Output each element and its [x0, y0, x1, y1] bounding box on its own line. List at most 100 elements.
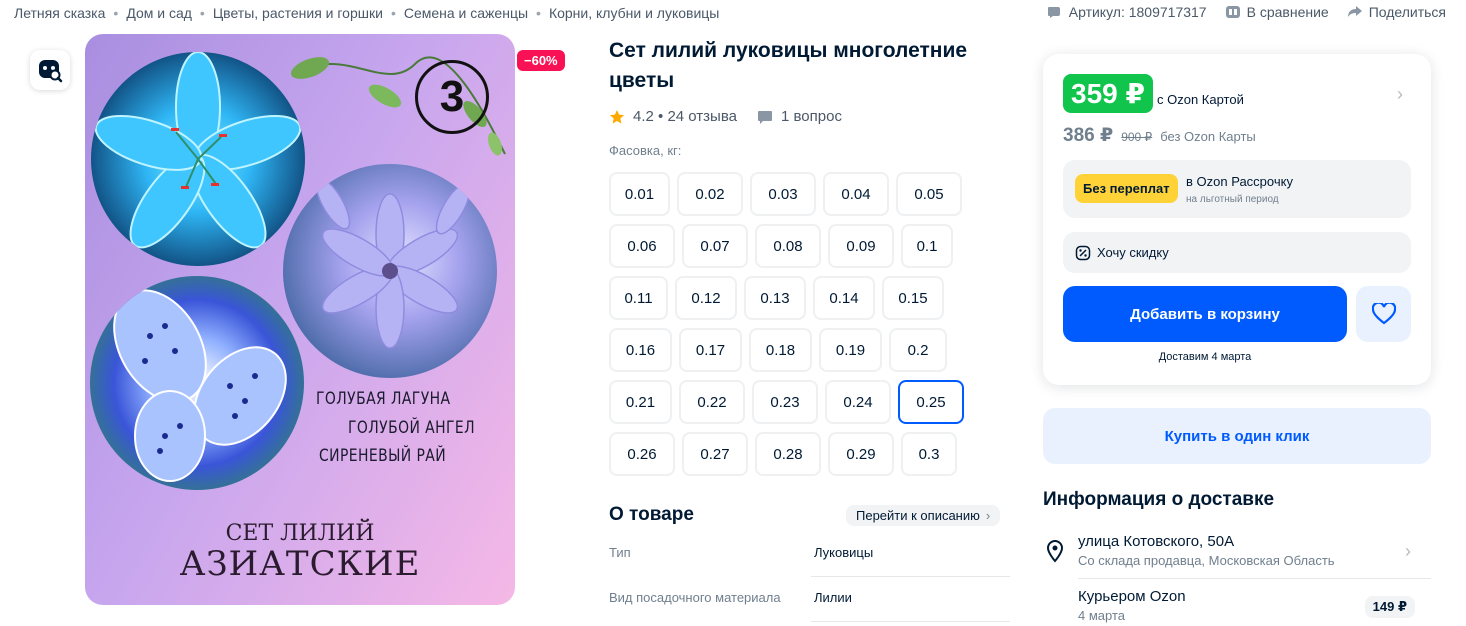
favorite-button[interactable]	[1356, 286, 1411, 342]
goto-description-button[interactable]: Перейти к описанию ›	[846, 505, 1001, 526]
pack-option[interactable]: 0.26	[609, 432, 675, 476]
spec-value: Лилии	[814, 590, 852, 605]
no-overpay-badge: Без переплат	[1075, 174, 1178, 203]
option-row: 0.11 0.12 0.13 0.14 0.15	[609, 276, 1009, 320]
photo-search-button[interactable]	[30, 50, 70, 90]
pack-option[interactable]: 0.13	[744, 276, 806, 320]
spec-value: Луковицы	[814, 545, 874, 560]
want-discount-button[interactable]: Хочу скидку	[1063, 232, 1411, 273]
delivery-address: улица Котовского, 50А	[1078, 533, 1235, 550]
delivery-address-row[interactable]: улица Котовского, 50А Со склада продавца…	[1043, 533, 1431, 579]
pack-option[interactable]: 0.06	[609, 224, 675, 268]
variety-label: ГОЛУБОЙ АНГЕЛ	[348, 418, 475, 438]
pack-option[interactable]: 0.23	[752, 380, 818, 424]
compare-icon	[1225, 6, 1240, 18]
breadcrumb-separator: •	[390, 5, 396, 21]
pack-option[interactable]: 0.15	[882, 276, 944, 320]
compare-button[interactable]: В сравнение	[1225, 4, 1329, 20]
pack-option[interactable]: 0.27	[682, 432, 748, 476]
product-page: Летняя сказка • Дом и сад • Цветы, расте…	[0, 0, 1466, 626]
installment-subtitle: на льготный период	[1186, 194, 1279, 205]
breadcrumb-separator: •	[536, 5, 541, 21]
star-icon	[609, 109, 625, 123]
pack-option[interactable]: 0.19	[819, 328, 882, 372]
courier-title: Курьером Ozon	[1078, 588, 1186, 605]
chat-copy-icon	[1047, 7, 1060, 18]
installment-title: в Ozon Рассрочку	[1186, 174, 1293, 189]
pack-size-options: 0.01 0.02 0.03 0.04 0.05 0.06 0.07 0.08 …	[609, 172, 1009, 484]
breadcrumb-separator: •	[113, 5, 119, 21]
questions-link[interactable]: 1 вопрос	[757, 108, 842, 125]
product-image[interactable]: 3 ГОЛУБАЯ ЛАГУНА ГОЛУБОЙ АНГЕЛ СИРЕНЕВЫЙ…	[85, 34, 515, 605]
courier-delivery-row: Курьером Ozon 4 марта 149 ₽	[1078, 588, 1431, 626]
set-count-badge: 3	[415, 60, 489, 134]
agapanthus-photo	[283, 164, 497, 378]
discount-badge: −60%	[517, 50, 565, 71]
pack-option-selected[interactable]: 0.25	[898, 380, 964, 424]
discount-tag-icon	[1075, 245, 1091, 260]
spec-row: Вид посадочного материала Лилии	[609, 590, 1009, 610]
regular-price-row: 386 ₽ 900 ₽ без Ozon Карты	[1063, 124, 1256, 147]
delivery-date: Доставим 4 марта	[1158, 351, 1252, 363]
option-row: 0.06 0.07 0.08 0.09 0.1	[609, 224, 1009, 268]
pack-option[interactable]: 0.09	[828, 224, 894, 268]
breadcrumb-item[interactable]: Летняя сказка	[14, 5, 105, 21]
breadcrumb-item[interactable]: Дом и сад	[126, 5, 192, 21]
breadcrumb: Летняя сказка • Дом и сад • Цветы, расте…	[14, 5, 719, 21]
pack-option[interactable]: 0.02	[677, 172, 743, 216]
buy-one-click-button[interactable]: Купить в один клик	[1043, 408, 1431, 464]
product-meta-bar: Артикул: 1809717317 В сравнение Поделить…	[1047, 4, 1446, 20]
pack-option[interactable]: 0.11	[609, 276, 668, 320]
pack-option[interactable]: 0.05	[896, 172, 962, 216]
goto-description-label: Перейти к описанию	[856, 508, 980, 523]
pack-option[interactable]: 0.18	[749, 328, 812, 372]
courier-date: 4 марта	[1078, 608, 1125, 623]
chevron-right-icon: ›	[985, 508, 991, 523]
pack-option[interactable]: 0.07	[682, 224, 748, 268]
option-row: 0.26 0.27 0.28 0.29 0.3	[609, 432, 1009, 476]
article-number[interactable]: Артикул: 1809717317	[1047, 4, 1207, 20]
spec-divider	[811, 576, 1010, 577]
chevron-right-icon: ›	[1405, 541, 1411, 561]
share-button[interactable]: Поделиться	[1347, 4, 1446, 20]
blue-lily-photo	[91, 52, 305, 266]
pack-option[interactable]: 0.29	[828, 432, 894, 476]
spec-divider	[811, 621, 1010, 622]
set-title-line1: СЕТ ЛИЛИЙ	[225, 521, 375, 546]
pack-option[interactable]: 0.08	[755, 224, 821, 268]
photo-search-icon	[39, 60, 63, 83]
pack-option[interactable]: 0.3	[901, 432, 957, 476]
pack-option[interactable]: 0.21	[609, 380, 672, 424]
pack-option[interactable]: 0.17	[679, 328, 742, 372]
pack-option[interactable]: 0.28	[755, 432, 821, 476]
ozon-card-price[interactable]: 359 ₽	[1063, 74, 1153, 113]
pack-option[interactable]: 0.1	[901, 224, 953, 268]
pack-option[interactable]: 0.22	[679, 380, 745, 424]
pack-option[interactable]: 0.24	[825, 380, 891, 424]
spotted-lily-photo	[90, 276, 304, 490]
option-row: 0.21 0.22 0.23 0.24 0.25	[609, 380, 1009, 424]
ozon-card-price-note: с Ozon Картой	[1157, 92, 1244, 107]
old-price: 900 ₽	[1121, 130, 1153, 144]
option-row: 0.01 0.02 0.03 0.04 0.05	[609, 172, 1009, 216]
breadcrumb-item[interactable]: Цветы, растения и горшки	[213, 5, 383, 21]
rating-row: 4.2 • 24 отзыва 1 вопрос	[609, 108, 842, 125]
divider	[1078, 578, 1431, 579]
pack-option[interactable]: 0.14	[813, 276, 875, 320]
add-to-cart-button[interactable]: Добавить в корзину	[1063, 286, 1347, 342]
pack-option[interactable]: 0.16	[609, 328, 672, 372]
pack-option[interactable]: 0.04	[823, 172, 889, 216]
pack-option[interactable]: 0.01	[609, 172, 670, 216]
breadcrumb-item[interactable]: Семена и саженцы	[404, 5, 528, 21]
breadcrumb-item[interactable]: Корни, клубни и луковицы	[549, 5, 719, 21]
pack-option[interactable]: 0.2	[889, 328, 947, 372]
pack-option[interactable]: 0.12	[675, 276, 737, 320]
spec-key: Тип	[609, 545, 631, 560]
question-chat-icon	[757, 110, 772, 124]
chevron-right-icon[interactable]: ›	[1397, 84, 1403, 105]
courier-price: 149 ₽	[1364, 596, 1415, 618]
installment-banner[interactable]: Без переплат в Ozon Рассрочку на льготны…	[1063, 160, 1411, 218]
rating-reviews-link[interactable]: 4.2 • 24 отзыва	[633, 108, 737, 125]
pack-option[interactable]: 0.03	[750, 172, 816, 216]
share-label: Поделиться	[1368, 4, 1446, 20]
